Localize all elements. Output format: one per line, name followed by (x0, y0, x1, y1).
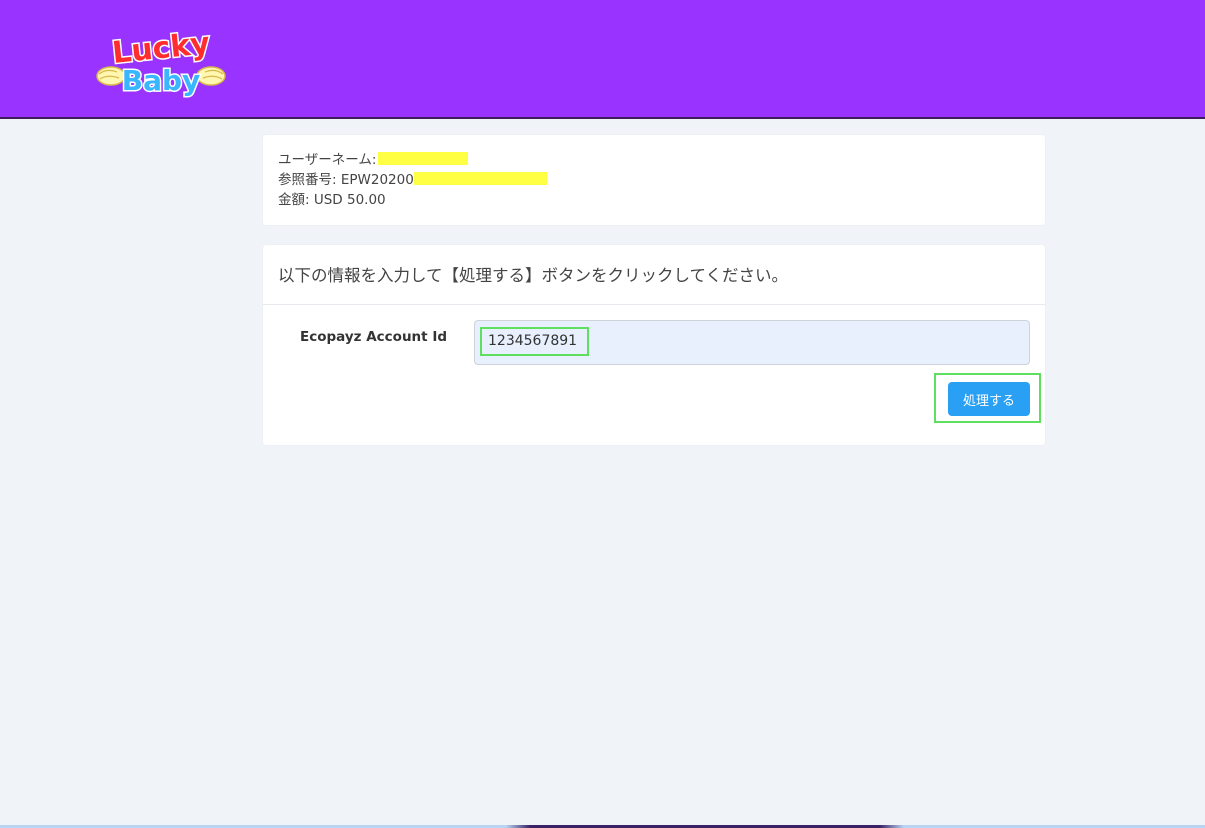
svg-text:Baby: Baby (122, 64, 201, 97)
right-wing-icon (196, 66, 226, 86)
amount-label: 金額: USD 50.00 (278, 192, 386, 208)
account-id-value[interactable]: 1234567891 (480, 327, 590, 356)
username-row: ユーザーネーム: (278, 151, 469, 169)
amount-row: 金額: USD 50.00 (278, 191, 386, 209)
reference-row: 参照番号: EPW20200 (278, 171, 547, 189)
form-instruction: 以下の情報を入力して【処理する】ボタンをクリックしてください。 (278, 266, 789, 285)
account-id-label: Ecopayz Account Id (300, 329, 448, 345)
username-redacted (378, 152, 469, 165)
site-header: Lucky Baby (0, 0, 1205, 119)
username-label: ユーザーネーム: (278, 152, 377, 168)
process-button[interactable]: 処理する (948, 382, 1030, 416)
reference-label: 参照番号: EPW20200 (278, 172, 414, 188)
reference-redacted (413, 172, 547, 185)
lucky-baby-logo[interactable]: Lucky Baby (95, 24, 227, 100)
account-form-card: 以下の情報を入力して【処理する】ボタンをクリックしてください。 Ecopayz … (263, 245, 1045, 445)
submit-highlight: 処理する (934, 373, 1041, 423)
payment-summary-card: ユーザーネーム: 参照番号: EPW20200 金額: USD 50.00 (263, 135, 1045, 225)
form-divider (263, 304, 1045, 305)
account-id-input[interactable]: 1234567891 (474, 320, 1030, 365)
